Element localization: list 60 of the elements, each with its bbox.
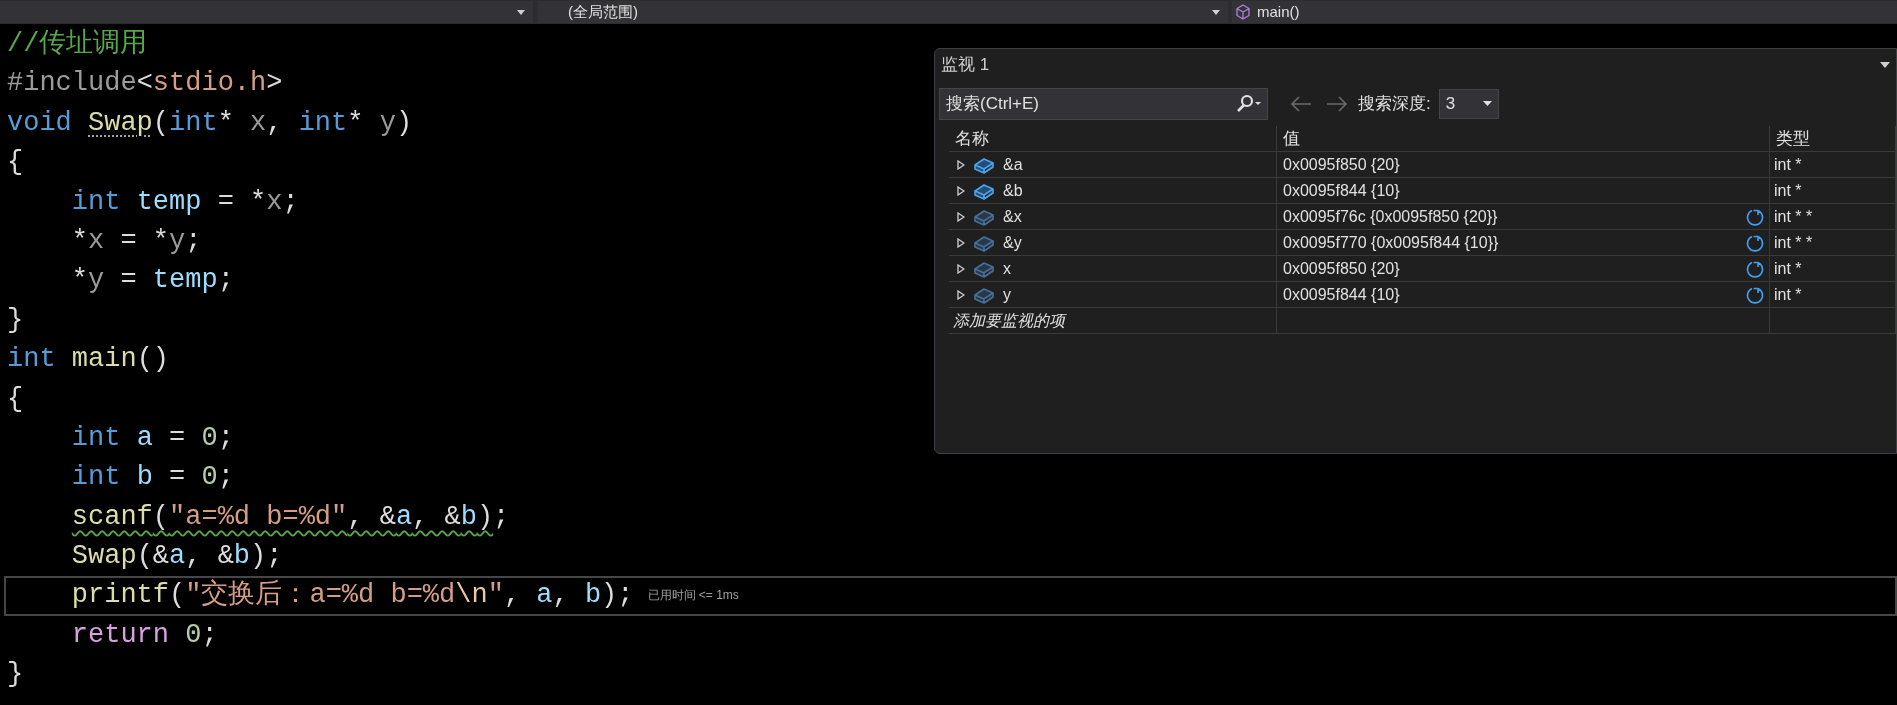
code-line: *x = *y; (70, 224, 202, 258)
code-line: *y = temp; (70, 264, 234, 298)
depth-dropdown[interactable]: 3 (1438, 88, 1499, 119)
code-line: int b = 0; (70, 461, 234, 495)
watch-value: 0x0095f844 {10} (1283, 284, 1400, 305)
expand-triangle-icon[interactable] (957, 289, 965, 300)
code-line: return 0; (70, 618, 218, 652)
watch-type: int * (1770, 282, 1896, 308)
watch-type: int * * (1770, 204, 1896, 230)
code-line: { (7, 146, 24, 180)
watch-value: 0x0095f850 {20} (1283, 258, 1400, 279)
code-line: void Swap(int* x, int* y) (7, 106, 413, 140)
code-line: int main() (7, 343, 170, 377)
expand-triangle-icon[interactable] (957, 211, 965, 222)
column-header: 值 (1277, 126, 1770, 152)
scope-dropdown[interactable]: (全局范围) (538, 1, 1228, 23)
watch-name: &b (1003, 180, 1023, 201)
code-line: #include<stdio.h> (7, 67, 283, 101)
depth-label: 搜索深度: (1358, 92, 1431, 115)
forward-arrow-icon[interactable] (1326, 95, 1348, 112)
add-watch-item: 添加要监视的项 (949, 308, 1277, 334)
member-dropdown[interactable]: main() (1232, 1, 1897, 23)
expand-triangle-icon[interactable] (957, 263, 965, 274)
watch-name: &y (1003, 232, 1022, 253)
expand-triangle-icon[interactable] (957, 159, 965, 170)
watch-name: &x (1003, 206, 1022, 227)
dropdown-caret-icon[interactable] (1880, 62, 1890, 68)
watch-name: x (1003, 258, 1011, 279)
code-line: Swap(&a, &b); (70, 540, 283, 574)
expand-triangle-icon[interactable] (957, 237, 965, 248)
watch-value: 0x0095f76c {0x0095f850 {20}} (1283, 206, 1498, 227)
watch-type: int * (1770, 152, 1896, 178)
caret-icon (517, 9, 525, 15)
elapsed-time-hint: 已用时间 <= 1ms (647, 587, 739, 605)
code-line: { (7, 382, 24, 416)
caret-icon (1482, 101, 1492, 106)
watch-value: 0x0095f844 {10} (1283, 180, 1400, 201)
watch-type: int * (1770, 178, 1896, 204)
back-arrow-icon[interactable] (1290, 95, 1312, 112)
code-line: printf("交换后：a=%d b=%d\n", a, b); (70, 578, 634, 613)
watch-type: int * (1770, 256, 1896, 282)
watch-value: 0x0095f770 {0x0095f844 {10}} (1283, 232, 1499, 253)
panel-title: 监视 1 (941, 54, 990, 77)
code-line: int a = 0; (70, 421, 234, 455)
column-header: 类型 (1770, 126, 1896, 152)
code-line: } (7, 658, 24, 692)
search-field[interactable]: 搜索(Ctrl+E) (939, 87, 1268, 120)
watch-name: y (1003, 284, 1011, 305)
watch-value: 0x0095f850 {20} (1283, 154, 1400, 175)
column-header: 名称 (949, 126, 1277, 152)
expand-triangle-icon[interactable] (957, 185, 965, 196)
caret-icon (1212, 9, 1220, 15)
cube-icon (1235, 4, 1251, 20)
code-line: //传址调用 (7, 27, 148, 61)
watch-name: &a (1003, 154, 1023, 175)
code-line: scanf("a=%d b=%d", &a, &b); (70, 500, 510, 534)
depth-value: 3 (1445, 92, 1456, 115)
code-line: } (7, 303, 24, 337)
code-line: int temp = *x; (70, 185, 299, 219)
watch-type: int * * (1770, 230, 1896, 256)
